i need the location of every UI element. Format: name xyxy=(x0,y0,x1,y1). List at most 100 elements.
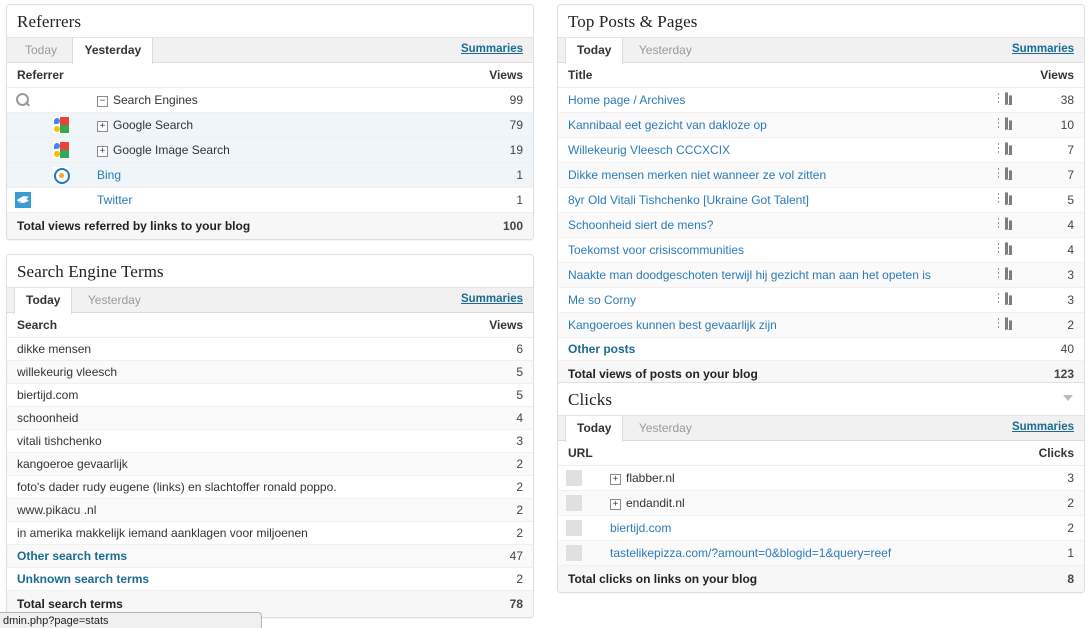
post-link[interactable]: Willekeurig Vleesch CCCXCIX xyxy=(568,143,730,157)
post-link[interactable]: Kannibaal eet gezicht van dakloze op xyxy=(568,118,767,132)
total-value: 100 xyxy=(427,212,533,239)
referrer-link[interactable]: Bing xyxy=(97,168,121,182)
post-chart-cell[interactable] xyxy=(980,312,1025,338)
bar-chart-icon[interactable] xyxy=(998,117,1013,130)
referrer-label: Search Engines xyxy=(113,93,198,107)
table-row[interactable]: + flabber.nl 3 xyxy=(558,465,1084,491)
collapse-toggle-search-engines[interactable]: − xyxy=(97,96,108,107)
summaries-link-clicks[interactable]: Summaries xyxy=(1012,421,1074,433)
search-term-views: 3 xyxy=(461,429,533,453)
table-row[interactable]: Dikke mensen merken niet wanneer ze vol … xyxy=(558,162,1084,188)
bar-chart-icon[interactable] xyxy=(998,267,1013,280)
post-chart-cell[interactable] xyxy=(980,212,1025,238)
bar-chart-icon[interactable] xyxy=(998,192,1013,205)
table-row[interactable]: Naakte man doodgeschoten terwijl hij gez… xyxy=(558,262,1084,288)
referrer-views: 99 xyxy=(427,87,533,113)
table-row[interactable]: Toekomst voor crisiscommunities 4 xyxy=(558,237,1084,263)
tabstrip-referrers: Today Yesterday Summaries xyxy=(7,37,533,64)
post-link[interactable]: Dikke mensen merken niet wanneer ze vol … xyxy=(568,168,826,182)
table-row[interactable]: Me so Corny 3 xyxy=(558,287,1084,313)
summaries-link-referrers[interactable]: Summaries xyxy=(461,43,523,55)
tab-search-terms-yesterday[interactable]: Yesterday xyxy=(77,288,152,313)
expand-toggle-google-search[interactable]: + xyxy=(97,121,108,132)
bar-chart-icon[interactable] xyxy=(998,167,1013,180)
post-link[interactable]: Toekomst voor crisiscommunities xyxy=(568,243,744,257)
table-row[interactable]: Twitter 1 xyxy=(7,187,533,213)
referrer-link[interactable]: Twitter xyxy=(97,193,132,207)
tab-search-terms-today[interactable]: Today xyxy=(14,288,73,314)
post-chart-cell[interactable] xyxy=(980,187,1025,213)
table-row[interactable]: Kangoeroes kunnen best gevaarlijk zijn 2 xyxy=(558,312,1084,338)
post-chart-cell[interactable] xyxy=(980,137,1025,163)
table-row[interactable]: 8yr Old Vitali Tishchenko [Ukraine Got T… xyxy=(558,187,1084,213)
tab-clicks-today[interactable]: Today xyxy=(565,416,624,442)
table-header-row: Title Views xyxy=(558,63,1084,88)
bar-chart-icon[interactable] xyxy=(998,142,1013,155)
click-link[interactable]: tastelikepizza.com/?amount=0&blogid=1&qu… xyxy=(610,546,891,560)
column-header-views: Views xyxy=(461,313,533,338)
table-row[interactable]: + Google Image Search 19 xyxy=(7,137,533,163)
post-chart-cell[interactable] xyxy=(980,287,1025,313)
unknown-search-terms-link[interactable]: Unknown search terms xyxy=(17,572,149,586)
table-row[interactable]: biertijd.com 2 xyxy=(558,515,1084,541)
table-row[interactable]: + Google Search 79 xyxy=(7,112,533,138)
column-header-views: Views xyxy=(427,63,533,88)
table-total-row: Total clicks on links on your blog 8 xyxy=(558,565,1084,592)
expand-toggle-endandit[interactable]: + xyxy=(610,499,621,510)
click-icon-cell xyxy=(558,540,600,566)
post-link[interactable]: Kangoeroes kunnen best gevaarlijk zijn xyxy=(568,318,777,332)
post-chart-cell[interactable] xyxy=(980,87,1025,113)
table-row[interactable]: Other posts 40 xyxy=(558,337,1084,361)
tab-referrers-today[interactable]: Today xyxy=(14,38,68,63)
post-link[interactable]: Schoonheid siert de mens? xyxy=(568,218,713,232)
table-row[interactable]: tastelikepizza.com/?amount=0&blogid=1&qu… xyxy=(558,540,1084,566)
expand-toggle-flabber[interactable]: + xyxy=(610,474,621,485)
tab-referrers-yesterday[interactable]: Yesterday xyxy=(72,38,154,64)
table-row[interactable]: − Search Engines 99 xyxy=(7,87,533,113)
bar-chart-icon[interactable] xyxy=(998,292,1013,305)
table-row: kangoeroe gevaarlijk 2 xyxy=(7,452,533,476)
bar-chart-icon[interactable] xyxy=(998,242,1013,255)
table-row[interactable]: Schoonheid siert de mens? 4 xyxy=(558,212,1084,238)
post-link[interactable]: Me so Corny xyxy=(568,293,636,307)
post-link[interactable]: Home page / Archives xyxy=(568,93,685,107)
search-term-label: dikke mensen xyxy=(7,337,462,361)
search-term-label: www.pikacu .nl xyxy=(7,498,462,522)
click-icon-cell xyxy=(558,515,600,541)
click-link[interactable]: biertijd.com xyxy=(610,521,671,535)
chevron-down-icon[interactable] xyxy=(1063,395,1073,401)
summaries-link-search-terms[interactable]: Summaries xyxy=(461,293,523,305)
bar-chart-icon[interactable] xyxy=(998,92,1013,105)
post-chart-cell[interactable] xyxy=(980,162,1025,188)
tab-clicks-yesterday[interactable]: Yesterday xyxy=(628,416,703,441)
click-label-cell: biertijd.com xyxy=(600,515,1009,541)
tab-top-posts-today[interactable]: Today xyxy=(565,38,624,64)
post-link[interactable]: Naakte man doodgeschoten terwijl hij gez… xyxy=(568,268,931,282)
search-term-label: biertijd.com xyxy=(7,383,462,407)
bar-chart-icon[interactable] xyxy=(998,217,1013,230)
post-chart-cell[interactable] xyxy=(980,262,1025,288)
table-row[interactable]: Bing 1 xyxy=(7,162,533,188)
table-row[interactable]: Home page / Archives 38 xyxy=(558,87,1084,113)
table-row[interactable]: Kannibaal eet gezicht van dakloze op 10 xyxy=(558,112,1084,138)
table-clicks: URL Clicks + flabber.nl 3 + endandit.nl … xyxy=(558,441,1084,592)
table-row[interactable]: + endandit.nl 2 xyxy=(558,490,1084,516)
search-term-views: 2 xyxy=(461,475,533,499)
click-label: flabber.nl xyxy=(626,471,675,485)
click-count: 2 xyxy=(1008,490,1084,516)
post-chart-cell[interactable] xyxy=(980,237,1025,263)
other-search-terms-link[interactable]: Other search terms xyxy=(17,549,127,563)
summaries-link-top-posts[interactable]: Summaries xyxy=(1012,43,1074,55)
expand-toggle-google-image-search[interactable]: + xyxy=(97,146,108,157)
post-link[interactable]: 8yr Old Vitali Tishchenko [Ukraine Got T… xyxy=(568,193,809,207)
search-term-views: 6 xyxy=(461,337,533,361)
table-row[interactable]: Willekeurig Vleesch CCCXCIX 7 xyxy=(558,137,1084,163)
post-title-cell: Kangoeroes kunnen best gevaarlijk zijn xyxy=(558,312,981,338)
tab-top-posts-yesterday[interactable]: Yesterday xyxy=(628,38,703,63)
bar-chart-icon[interactable] xyxy=(998,317,1013,330)
table-row[interactable]: Unknown search terms 2 xyxy=(7,567,533,591)
table-row[interactable]: Other search terms 47 xyxy=(7,544,533,568)
click-count: 2 xyxy=(1008,515,1084,541)
post-chart-cell[interactable] xyxy=(980,112,1025,138)
other-posts-link[interactable]: Other posts xyxy=(568,342,635,356)
